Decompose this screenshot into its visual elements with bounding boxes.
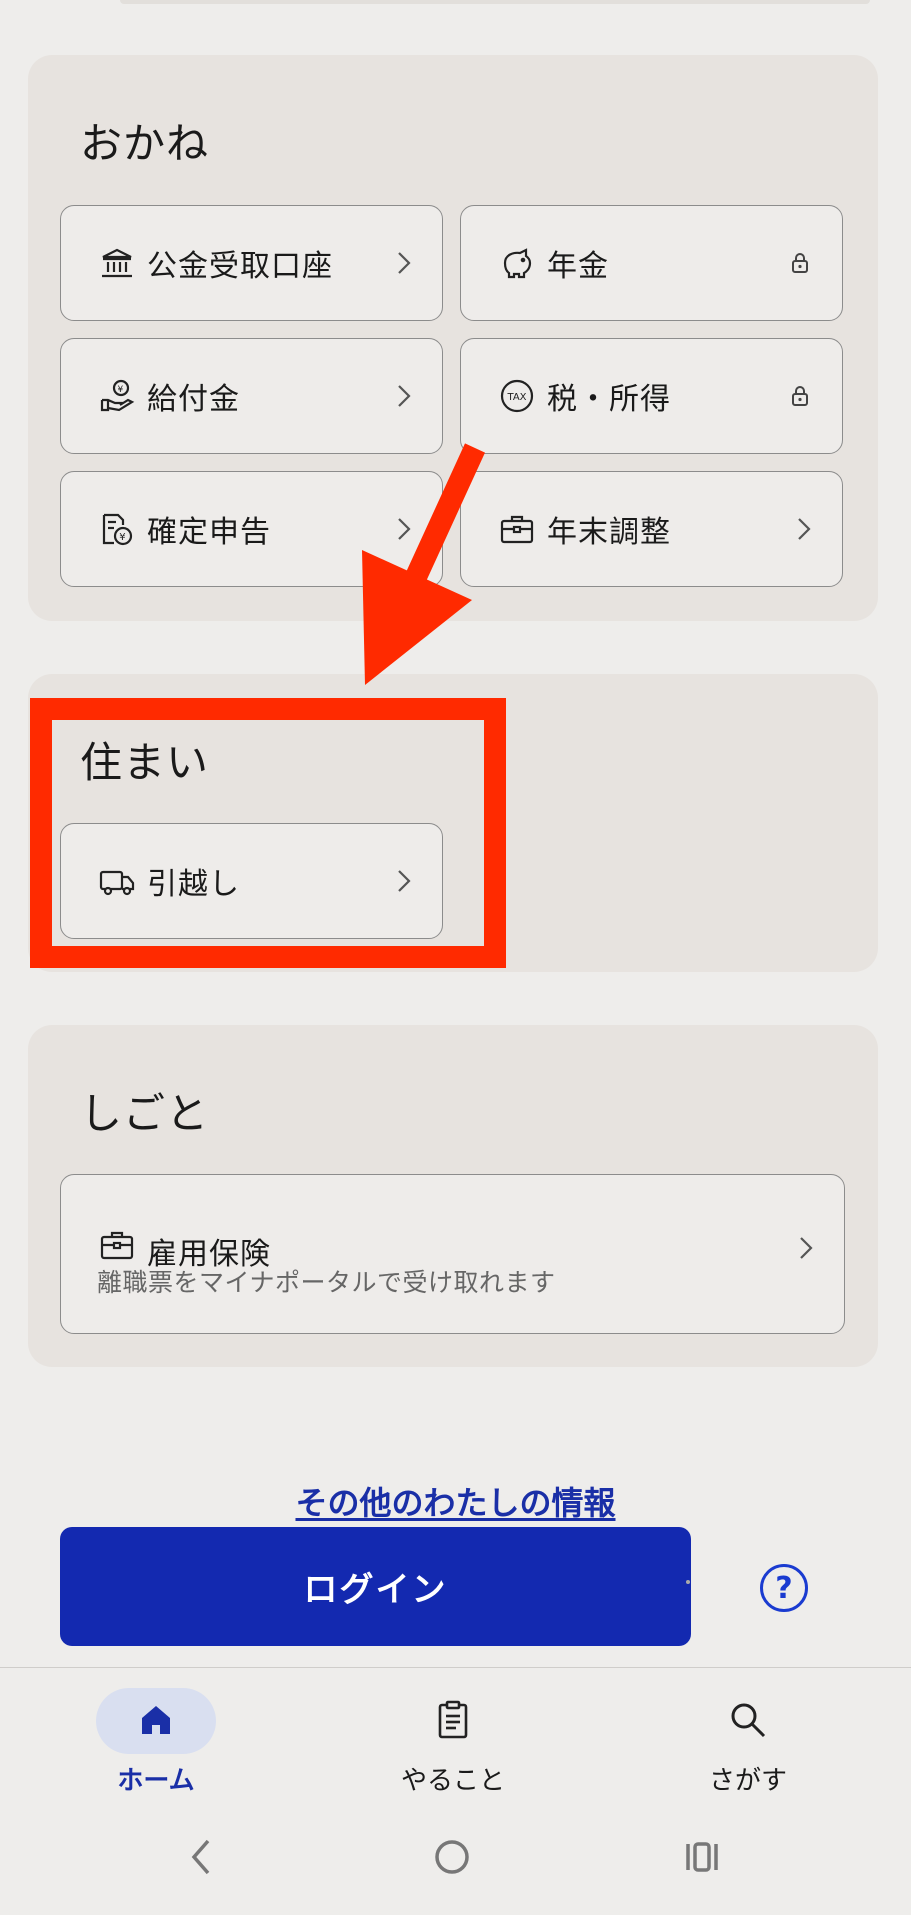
previous-section-edge — [120, 0, 870, 4]
tile-label: 公金受取口座 — [147, 249, 333, 284]
briefcase-icon — [499, 511, 535, 547]
more-info-link[interactable]: その他のわたしの情報 — [0, 1478, 911, 1524]
lock-icon — [792, 386, 808, 406]
back-icon[interactable] — [172, 1827, 232, 1887]
svg-text:¥: ¥ — [118, 385, 124, 395]
nav-item-todo[interactable]: やること — [343, 1668, 563, 1798]
nav-label: さがす — [708, 1766, 787, 1796]
nav-label: ホーム — [117, 1766, 195, 1796]
clipboard-icon — [438, 1700, 468, 1739]
tile-employment-insurance[interactable]: 雇用保険 離職票をマイナポータルで受け取れます — [60, 1174, 845, 1334]
tile-tax-income[interactable]: TAX 税・所得 — [460, 338, 843, 454]
briefcase-icon — [99, 1227, 135, 1263]
svg-text:TAX: TAX — [507, 392, 527, 403]
tile-year-end-adjustment[interactable]: 年末調整 — [460, 471, 843, 587]
tile-label: 年末調整 — [547, 515, 671, 550]
tax-icon: TAX — [499, 378, 535, 414]
chevron-right-icon — [398, 252, 411, 274]
tile-label: 税・所得 — [547, 382, 671, 417]
tile-benefits[interactable]: ¥ 給付金 — [60, 338, 443, 454]
bottom-nav: ホーム やること さがす — [0, 1667, 911, 1798]
search-icon — [731, 1703, 766, 1738]
tax-document-icon: ¥ — [99, 511, 135, 547]
help-icon[interactable]: ? — [760, 1564, 808, 1612]
chevron-right-icon — [798, 518, 811, 540]
recent-apps-icon[interactable] — [673, 1827, 733, 1887]
tile-pension[interactable]: 年金 — [460, 205, 843, 321]
piggy-bank-icon — [499, 245, 535, 281]
nav-item-search[interactable]: さがす — [638, 1668, 858, 1798]
lock-icon — [792, 253, 808, 273]
hand-yen-icon: ¥ — [99, 378, 135, 414]
tile-subtitle: 離職票をマイナポータルで受け取れます — [97, 1268, 556, 1297]
chevron-right-icon — [398, 385, 411, 407]
work-section: しごと 雇用保険 離職票をマイナポータルで受け取れます — [28, 1025, 878, 1367]
section-title-money: おかね — [80, 119, 210, 168]
tile-public-account[interactable]: 公金受取口座 — [60, 205, 443, 321]
nav-label: やること — [400, 1766, 505, 1796]
annotation-highlight-box — [30, 698, 506, 968]
bank-icon — [99, 245, 135, 281]
login-button[interactable]: ログイン — [60, 1527, 691, 1646]
home-icon — [142, 1706, 170, 1734]
section-title-work: しごと — [80, 1089, 210, 1138]
tile-label: 確定申告 — [147, 515, 271, 550]
tile-label: 給付金 — [147, 382, 240, 417]
nav-item-home[interactable]: ホーム — [46, 1668, 266, 1798]
svg-text:¥: ¥ — [119, 532, 125, 543]
chevron-right-icon — [800, 1237, 813, 1259]
home-circle-icon[interactable] — [422, 1827, 482, 1887]
decorative-dot — [686, 1580, 690, 1584]
annotation-arrow — [362, 443, 486, 685]
tile-label: 年金 — [547, 249, 609, 284]
system-nav-bar — [0, 1797, 911, 1915]
